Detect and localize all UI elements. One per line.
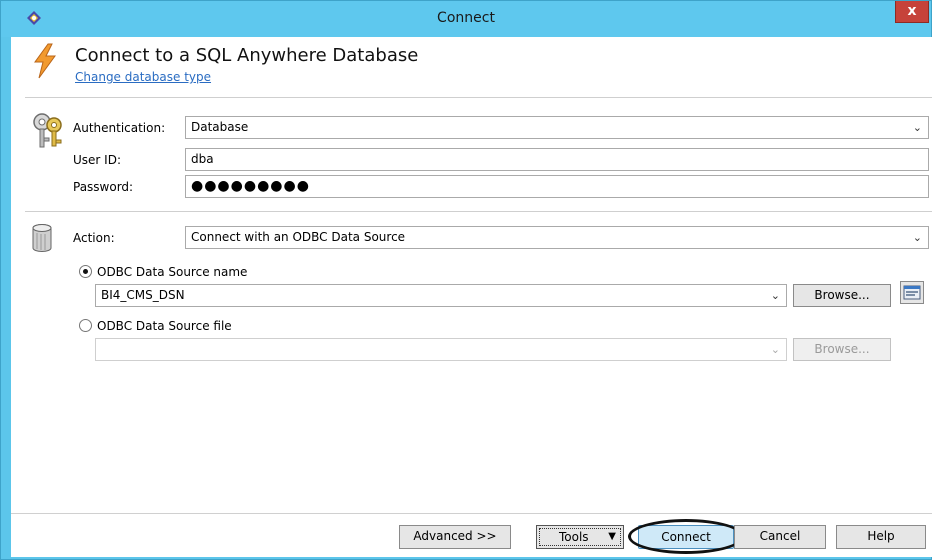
odbc-file-label[interactable]: ODBC Data Source file <box>97 319 232 333</box>
chevron-down-icon: ⌄ <box>770 289 780 302</box>
action-dropdown[interactable]: Connect with an ODBC Data Source ⌄ <box>185 226 929 249</box>
page-title: Connect to a SQL Anywhere Database <box>75 45 419 66</box>
header-divider <box>25 97 932 98</box>
dialog-content: Connect to a SQL Anywhere Database Chang… <box>11 37 932 557</box>
title-bar: Connect x <box>1 1 931 37</box>
password-input[interactable]: ●●●●●●●●● <box>185 175 929 198</box>
odbc-name-label[interactable]: ODBC Data Source name <box>97 265 247 279</box>
user-id-input[interactable]: dba <box>185 148 929 171</box>
keys-icon <box>33 113 62 148</box>
chevron-down-icon: ⌄ <box>912 231 922 244</box>
odbc-administrator-icon <box>903 285 921 300</box>
odbc-file-radio[interactable] <box>79 319 92 332</box>
connect-highlight-ellipse <box>628 519 744 554</box>
odbc-administrator-button[interactable] <box>900 281 924 304</box>
footer-divider <box>11 513 932 514</box>
odbc-name-dropdown[interactable]: BI4_CMS_DSN ⌄ <box>95 284 787 307</box>
user-id-label: User ID: <box>73 153 121 167</box>
window-title: Connect <box>437 10 495 26</box>
action-value: Connect with an ODBC Data Source <box>191 230 406 244</box>
chevron-down-icon: ⌄ <box>770 343 780 356</box>
change-database-type-link[interactable]: Change database type <box>75 70 211 84</box>
password-label: Password: <box>73 180 134 194</box>
tools-label: Tools <box>559 530 589 544</box>
help-button[interactable]: Help <box>836 525 926 549</box>
authentication-label: Authentication: <box>73 121 166 135</box>
odbc-name-value: BI4_CMS_DSN <box>101 288 185 302</box>
advanced-button[interactable]: Advanced >> <box>399 525 511 549</box>
lightning-bolt-icon <box>34 43 56 79</box>
action-label: Action: <box>73 231 115 245</box>
chevron-down-icon: ⌄ <box>912 121 922 134</box>
browse-file-button[interactable]: Browse... <box>793 338 891 361</box>
authentication-value: Database <box>191 120 249 134</box>
section-divider <box>25 211 932 212</box>
close-button[interactable]: x <box>895 1 929 23</box>
database-cylinder-icon <box>32 224 52 252</box>
odbc-name-radio[interactable] <box>79 265 92 278</box>
connect-dialog-window: Connect x Connect to a SQL Anywhere Data… <box>0 0 932 560</box>
tools-button[interactable]: Tools ▼ <box>536 525 624 549</box>
cancel-button[interactable]: Cancel <box>734 525 826 549</box>
dropdown-arrow-icon: ▼ <box>608 531 616 542</box>
dialog-header: Connect to a SQL Anywhere Database Chang… <box>11 37 932 93</box>
odbc-file-dropdown[interactable]: ⌄ <box>95 338 787 361</box>
authentication-dropdown[interactable]: Database ⌄ <box>185 116 929 139</box>
browse-dsn-button[interactable]: Browse... <box>793 284 891 307</box>
